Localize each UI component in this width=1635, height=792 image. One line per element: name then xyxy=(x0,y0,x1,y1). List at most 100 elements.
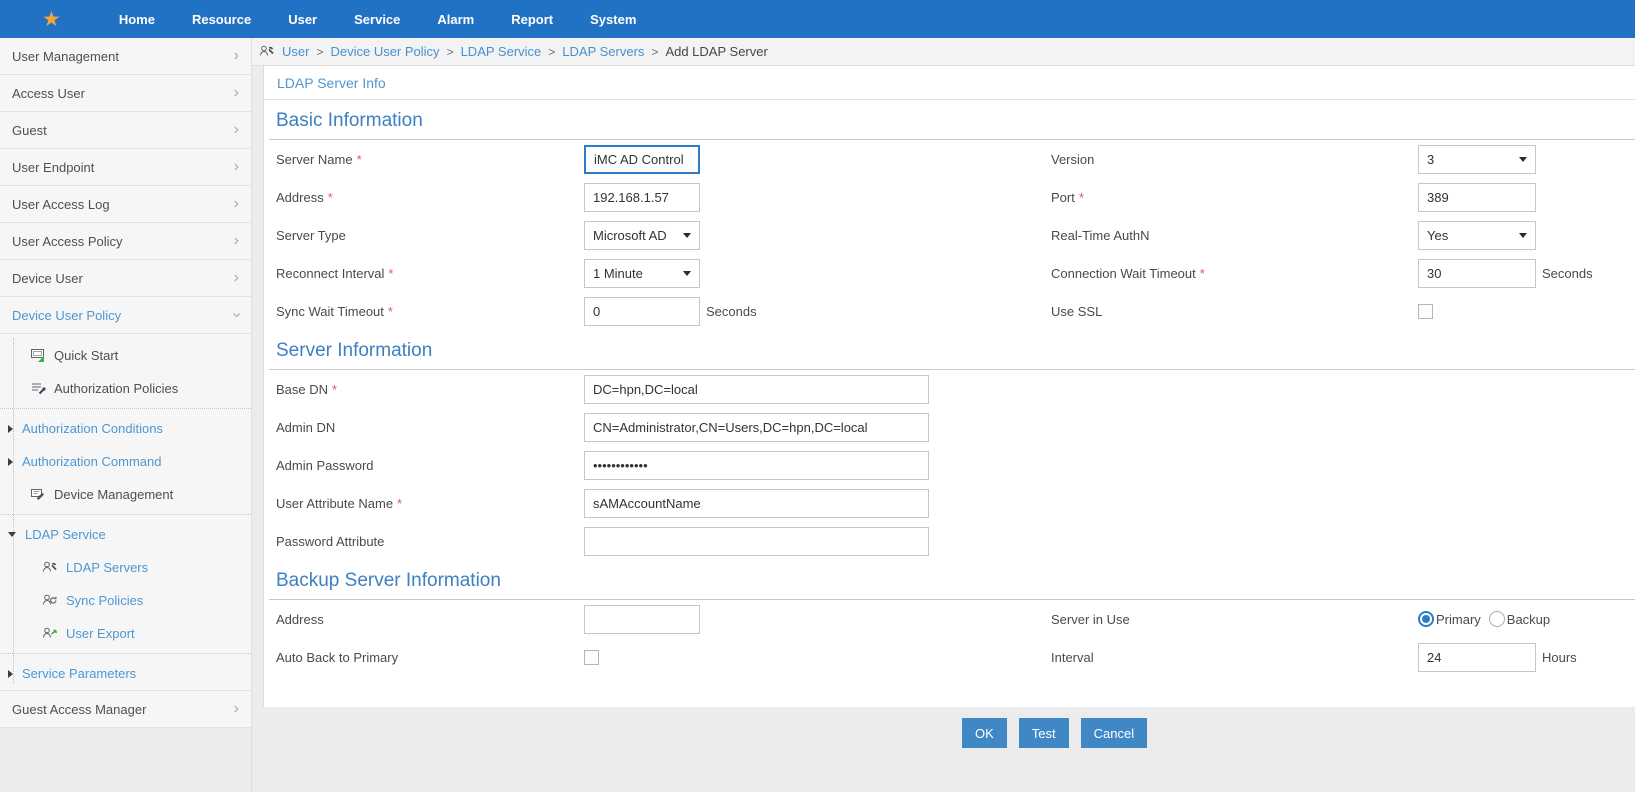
admin-dn-input[interactable] xyxy=(584,412,929,442)
quick-start-icon xyxy=(30,348,46,363)
reconnect-interval-select[interactable]: 1 Minute xyxy=(584,258,700,288)
required-mark: * xyxy=(387,303,393,319)
submenu-item-sync-policies[interactable]: Sync Policies xyxy=(0,584,251,617)
breadcrumb-link-ldap-service[interactable]: LDAP Service xyxy=(461,44,542,59)
ldap-servers-icon xyxy=(42,560,58,575)
base-dn-input[interactable] xyxy=(584,374,929,404)
sidebar-item-user-endpoint[interactable]: User Endpoint › xyxy=(0,149,251,186)
sidebar-item-device-user[interactable]: Device User › xyxy=(0,260,251,297)
submenu-item-service-parameters[interactable]: Service Parameters xyxy=(0,657,251,690)
server-type-label: Server Type xyxy=(276,227,346,243)
version-select[interactable]: 3 xyxy=(1418,144,1536,174)
ldap-server-form-panel: LDAP Server Info Basic Information Serve… xyxy=(263,66,1635,707)
nav-item-home[interactable]: Home xyxy=(119,12,155,27)
submenu-item-ldap-servers[interactable]: LDAP Servers xyxy=(0,551,251,584)
breadcrumb-user-icon xyxy=(259,44,275,59)
port-input[interactable] xyxy=(1418,182,1536,212)
sidebar-item-user-management[interactable]: User Management › xyxy=(0,38,251,75)
password-attribute-label: Password Attribute xyxy=(276,533,385,549)
sync-wait-timeout-unit: Seconds xyxy=(706,303,757,319)
auto-back-to-primary-checkbox[interactable] xyxy=(584,649,599,665)
connection-wait-timeout-input[interactable] xyxy=(1418,258,1536,288)
submenu-separator xyxy=(0,408,251,409)
sidebar-filler xyxy=(0,728,251,792)
real-time-authn-select[interactable]: Yes xyxy=(1418,220,1536,250)
nav-item-service[interactable]: Service xyxy=(354,12,400,27)
reconnect-interval-label: Reconnect Interval * xyxy=(276,265,394,281)
server-in-use-backup-radio[interactable] xyxy=(1488,611,1505,627)
server-type-select[interactable]: Microsoft AD xyxy=(584,220,700,250)
sidebar-item-device-user-policy[interactable]: Device User Policy › xyxy=(0,297,251,334)
submenu-item-authorization-conditions[interactable]: Authorization Conditions xyxy=(0,412,251,445)
sidebar-item-user-access-log[interactable]: User Access Log › xyxy=(0,186,251,223)
form-row: Reconnect Interval * 1 Minute Connection … xyxy=(264,254,1635,292)
submenu-item-authorization-command[interactable]: Authorization Command xyxy=(0,445,251,478)
use-ssl-checkbox[interactable] xyxy=(1418,303,1433,319)
expand-down-icon xyxy=(8,532,16,537)
use-ssl-label: Use SSL xyxy=(1051,303,1103,319)
main-area: User > Device User Policy > LDAP Service… xyxy=(252,38,1635,792)
form-row: Server Type Microsoft AD Real-Time AuthN… xyxy=(264,216,1635,254)
password-attribute-input[interactable] xyxy=(584,526,929,556)
dropdown-caret-icon xyxy=(1519,232,1527,238)
top-nav: ★ Home Resource User Service Alarm Repor… xyxy=(0,0,1635,38)
submenu-item-user-export[interactable]: User Export xyxy=(0,617,251,650)
submenu-item-ldap-service[interactable]: LDAP Service xyxy=(0,518,251,551)
breadcrumb-link-user[interactable]: User xyxy=(282,44,309,59)
submenu-item-device-management[interactable]: Device Management xyxy=(0,478,251,511)
sidebar-item-guest[interactable]: Guest › xyxy=(0,112,251,149)
favorites-star-icon[interactable]: ★ xyxy=(42,9,61,30)
sidebar: User Management › Access User › Guest › … xyxy=(0,38,252,792)
form-row: Admin DN xyxy=(264,408,1635,446)
breadcrumb-link-ldap-servers[interactable]: LDAP Servers xyxy=(562,44,644,59)
nav-item-alarm[interactable]: Alarm xyxy=(437,12,474,27)
backup-address-label: Address xyxy=(276,611,324,627)
server-name-input[interactable] xyxy=(584,144,700,174)
device-management-icon xyxy=(30,487,46,502)
form-row: Admin Password xyxy=(264,446,1635,484)
required-mark: * xyxy=(332,381,338,397)
sidebar-item-user-access-policy[interactable]: User Access Policy › xyxy=(0,223,251,260)
chevron-right-icon: › xyxy=(233,121,239,138)
address-input[interactable] xyxy=(584,182,700,212)
panel-header: LDAP Server Info xyxy=(264,66,1635,100)
cancel-button[interactable]: Cancel xyxy=(1080,718,1148,748)
breadcrumb-link-device-user-policy[interactable]: Device User Policy xyxy=(330,44,439,59)
app-body: User Management › Access User › Guest › … xyxy=(0,38,1635,792)
backup-address-input[interactable] xyxy=(584,604,700,634)
submenu-item-label: User Export xyxy=(66,626,135,641)
submenu-item-label: Device Management xyxy=(54,487,174,502)
submenu-item-authorization-policies[interactable]: Authorization Policies xyxy=(0,372,251,405)
nav-item-report[interactable]: Report xyxy=(511,12,553,27)
sidebar-item-label: Guest Access Manager xyxy=(12,701,147,717)
sidebar-item-access-user[interactable]: Access User › xyxy=(0,75,251,112)
submenu-item-label: Authorization Policies xyxy=(54,381,179,396)
version-label: Version xyxy=(1051,151,1095,167)
submenu-separator xyxy=(0,514,251,515)
nav-item-resource[interactable]: Resource xyxy=(192,12,251,27)
admin-password-input[interactable] xyxy=(584,450,929,480)
submenu-item-quick-start[interactable]: Quick Start xyxy=(0,339,251,372)
dropdown-caret-icon xyxy=(683,232,691,238)
admin-password-label: Admin Password xyxy=(276,457,374,473)
expand-right-icon xyxy=(8,424,13,433)
form-row: Address Server in Use Primary Backup xyxy=(264,600,1635,638)
server-in-use-backup-label: Backup xyxy=(1506,611,1551,627)
server-name-label: Server Name * xyxy=(276,151,362,167)
chevron-right-icon: › xyxy=(233,84,239,101)
interval-input[interactable] xyxy=(1418,642,1536,672)
server-in-use-primary-radio[interactable] xyxy=(1418,611,1434,627)
user-attribute-name-input[interactable] xyxy=(584,488,929,518)
sidebar-item-label: User Endpoint xyxy=(12,159,95,175)
sync-wait-timeout-input[interactable] xyxy=(584,296,700,326)
test-button[interactable]: Test xyxy=(1018,718,1069,748)
sidebar-item-guest-access-manager[interactable]: Guest Access Manager › xyxy=(0,691,251,728)
nav-item-user[interactable]: User xyxy=(288,12,317,27)
sidebar-item-label: User Management xyxy=(12,48,119,64)
form-row: Auto Back to Primary Interval Hours xyxy=(264,638,1635,676)
ok-button[interactable]: OK xyxy=(962,718,1007,748)
connection-wait-timeout-label: Connection Wait Timeout * xyxy=(1051,265,1205,281)
sidebar-item-label: Device User xyxy=(12,270,83,286)
nav-item-system[interactable]: System xyxy=(590,12,636,27)
port-label: Port * xyxy=(1051,189,1084,205)
